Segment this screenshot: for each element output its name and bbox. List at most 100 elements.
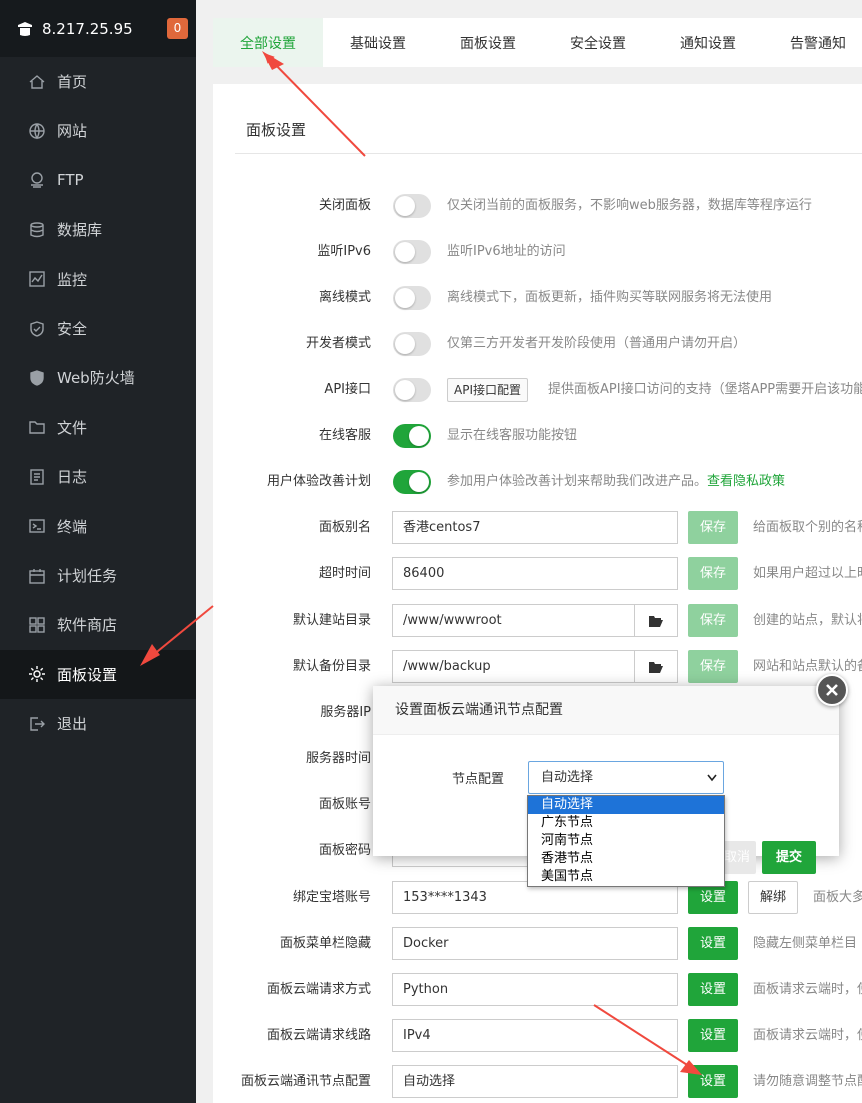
- sidebar-item-3[interactable]: 数据库: [0, 205, 196, 254]
- grid-icon: [29, 617, 45, 633]
- set-button[interactable]: 设置: [688, 927, 738, 960]
- sidebar-item-10[interactable]: 计划任务: [0, 551, 196, 600]
- sidebar-item-label: 退出: [57, 715, 88, 734]
- save-button[interactable]: 保存: [688, 604, 738, 637]
- setting-label: 面板菜单栏隐藏: [279, 936, 371, 951]
- tab-1[interactable]: 基础设置: [323, 18, 433, 67]
- dropdown-option[interactable]: 香港节点: [528, 850, 724, 868]
- dropdown-option[interactable]: 广东节点: [528, 814, 724, 832]
- settings-tabs: 全部设置 基础设置 面板设置 安全设置 通知设置 告警通知: [213, 18, 862, 67]
- setting-hint: 参加用户体验改善计划来帮助我们改进产品。查看隐私政策: [447, 465, 785, 499]
- dropdown-option[interactable]: 自动选择: [528, 796, 724, 814]
- sidebar-item-6[interactable]: Web防火墙: [0, 353, 196, 402]
- privacy-policy-link[interactable]: 查看隐私政策: [707, 474, 785, 489]
- setting-hint: 请勿随意调整节点配: [753, 1074, 862, 1089]
- setting-label: 面板密码: [318, 843, 371, 858]
- sidebar-item-0[interactable]: 首页: [0, 57, 196, 106]
- save-button[interactable]: 保存: [688, 650, 738, 683]
- setting-input[interactable]: 自动选择: [392, 1065, 678, 1098]
- setting-label: 绑定宝塔账号: [292, 890, 371, 905]
- setting-toggle[interactable]: [393, 424, 431, 448]
- setting-row: API接口 API接口配置 提供面板API接口访问的支持（堡塔APP需要开启该功能）: [213, 373, 862, 407]
- bt-logo-icon: [18, 21, 32, 36]
- dialog-close-button[interactable]: [816, 674, 848, 706]
- sidebar-item-label: 网站: [57, 122, 88, 141]
- setting-label: 超时时间: [318, 566, 371, 581]
- setting-hint: 网站和站点默认的备份: [753, 659, 862, 674]
- setting-row: 关闭面板 仅关闭当前的面板服务，不影响web服务器，数据库等程序运行: [213, 189, 862, 223]
- sidebar-item-4[interactable]: 监控: [0, 255, 196, 304]
- setting-row: 面板云端请求线路 IPv4 设置 面板请求云端时，使: [213, 1019, 862, 1053]
- tab-5[interactable]: 告警通知: [763, 18, 862, 67]
- save-button[interactable]: 保存: [688, 557, 738, 590]
- node-config-dropdown: 自动选择 广东节点 河南节点 香港节点 美国节点: [527, 795, 725, 887]
- setting-hint: 面板请求云端时，使: [753, 1028, 862, 1043]
- setting-toggle[interactable]: [393, 378, 431, 402]
- sidebar-item-1[interactable]: 网站: [0, 106, 196, 155]
- submit-button[interactable]: 提交: [762, 841, 816, 874]
- dropdown-option[interactable]: 美国节点: [528, 868, 724, 886]
- save-button[interactable]: 保存: [688, 511, 738, 544]
- server-ip: 8.217.25.95: [42, 19, 133, 38]
- setting-label: 开发者模式: [305, 336, 371, 351]
- setting-hint: 面板请求云端时，使: [753, 982, 862, 997]
- setting-hint-text: 显示在线客服功能按钮: [447, 428, 578, 443]
- setting-input[interactable]: 86400: [392, 557, 678, 590]
- setting-toggle[interactable]: [393, 240, 431, 264]
- log-icon: [30, 468, 44, 485]
- setting-label: 监听IPv6: [317, 244, 371, 259]
- tab-4[interactable]: 通知设置: [653, 18, 763, 67]
- tab-0[interactable]: 全部设置: [213, 18, 323, 67]
- sidebar: 8.217.25.95 0 首页网站 FTP 数据库监控安全 Web防火墙 文件 日志 终端…: [0, 0, 196, 1103]
- setting-row: 面板云端请求方式 Python 设置 面板请求云端时，使: [213, 973, 862, 1007]
- notification-badge[interactable]: 0: [167, 18, 188, 39]
- setting-hint: 给面板取个别的名称: [753, 520, 862, 535]
- setting-hint: 创建的站点，默认将放: [753, 613, 862, 628]
- setting-label: 默认备份目录: [292, 659, 371, 674]
- sidebar-item-5[interactable]: 安全: [0, 304, 196, 353]
- setting-label: 面板别名: [318, 520, 371, 535]
- logout-icon: [30, 716, 45, 731]
- tab-2[interactable]: 面板设置: [433, 18, 543, 67]
- set-button[interactable]: 设置: [688, 1019, 738, 1052]
- setting-hint: 显示在线客服功能按钮: [447, 419, 577, 453]
- setting-input[interactable]: 香港centos7: [392, 511, 678, 544]
- setting-toggle[interactable]: [393, 470, 431, 494]
- sidebar-item-2[interactable]: FTP: [0, 156, 196, 205]
- setting-toggle[interactable]: [393, 286, 431, 310]
- server-header: 8.217.25.95 0: [0, 0, 196, 57]
- setting-row: 用户体验改善计划 参加用户体验改善计划来帮助我们改进产品。查看隐私政策: [213, 465, 862, 499]
- setting-hint: 如果用户超过以上时间: [753, 566, 862, 581]
- sidebar-item-label: FTP: [57, 171, 84, 190]
- sidebar-item-7[interactable]: 文件: [0, 403, 196, 452]
- setting-hint-text: 提供面板API接口访问的支持（堡塔APP需要开启该功能）: [548, 382, 862, 397]
- browse-folder-button[interactable]: [634, 650, 678, 683]
- sidebar-item-12[interactable]: 面板设置: [0, 649, 196, 699]
- sidebar-item-label: 监控: [57, 270, 88, 289]
- sidebar-item-9[interactable]: 终端: [0, 502, 196, 551]
- browse-folder-button[interactable]: [634, 604, 678, 637]
- sidebar-item-8[interactable]: 日志: [0, 452, 196, 501]
- setting-input[interactable]: Python: [392, 973, 678, 1006]
- gear-icon: [29, 666, 45, 683]
- dropdown-option[interactable]: 河南节点: [528, 832, 724, 850]
- sidebar-item-label: 数据库: [57, 221, 103, 240]
- setting-toggle[interactable]: [393, 194, 431, 218]
- setting-input[interactable]: Docker: [392, 927, 678, 960]
- setting-hint: 隐藏左侧菜单栏目: [753, 936, 858, 951]
- setting-row: 监听IPv6 监听IPv6地址的访问: [213, 235, 862, 269]
- node-config-select[interactable]: 自动选择: [528, 761, 724, 794]
- setting-label: 用户体验改善计划: [266, 474, 371, 489]
- setting-toggle[interactable]: [393, 332, 431, 356]
- sidebar-item-13[interactable]: 退出: [0, 699, 196, 748]
- unbind-button[interactable]: 解绑: [748, 881, 798, 914]
- folder-icon: [29, 421, 45, 434]
- api-config-button[interactable]: API接口配置: [447, 378, 528, 402]
- setting-input[interactable]: IPv4: [392, 1019, 678, 1052]
- set-button[interactable]: 设置: [688, 1065, 738, 1098]
- setting-row: 离线模式 离线模式下，面板更新，插件购买等联网服务将无法使用: [213, 281, 862, 315]
- setting-hint-text: 仅关闭当前的面板服务，不影响web服务器，数据库等程序运行: [447, 198, 812, 213]
- tab-3[interactable]: 安全设置: [543, 18, 653, 67]
- set-button[interactable]: 设置: [688, 973, 738, 1006]
- sidebar-item-11[interactable]: 软件商店: [0, 600, 196, 649]
